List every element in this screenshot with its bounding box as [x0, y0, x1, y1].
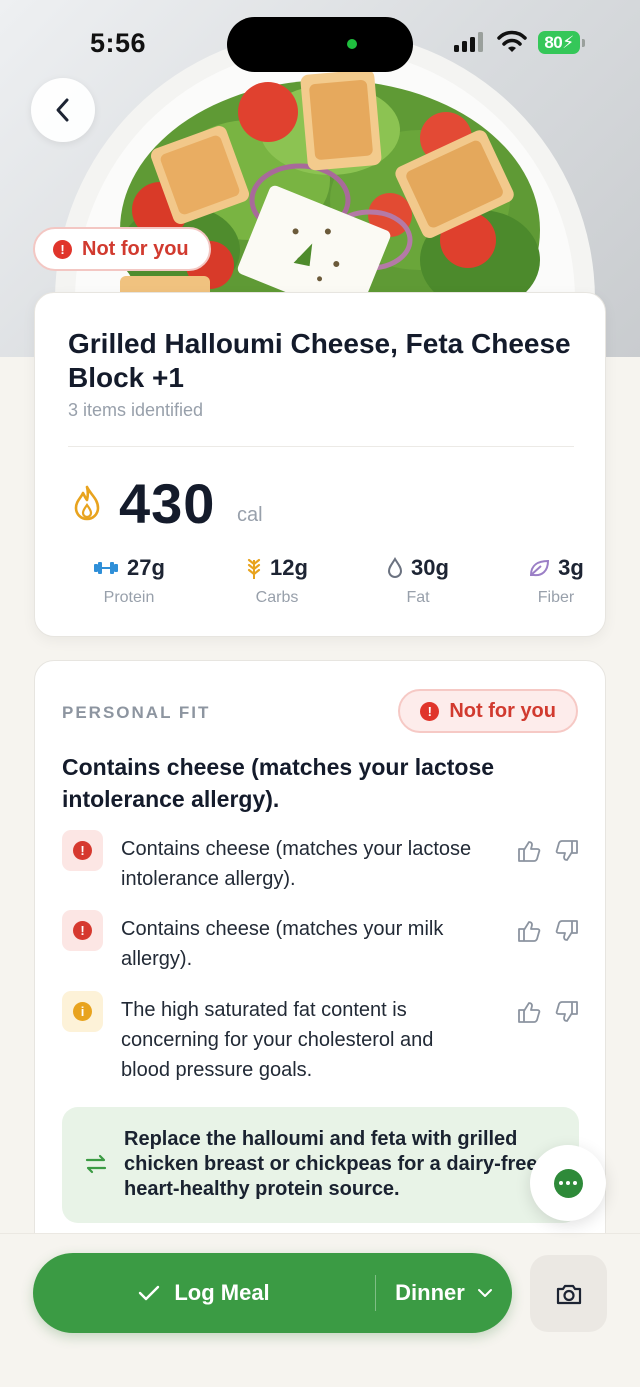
dynamic-island — [227, 17, 413, 72]
log-meal-button[interactable]: Log Meal — [33, 1253, 375, 1333]
dumbbell-icon — [94, 562, 119, 574]
thumbs-up-icon[interactable] — [516, 999, 542, 1025]
reason-severity-icon: ! — [62, 910, 103, 951]
swap-suggestion-text: Replace the halloumi and feta with grill… — [124, 1128, 544, 1200]
hero-verdict-label: Not for you — [82, 237, 189, 260]
macro-fiber: 3g Fiber — [491, 555, 621, 607]
camera-indicator-dot — [347, 39, 357, 49]
alert-icon: ! — [53, 239, 72, 259]
charging-bolt-icon: ⚡ — [562, 33, 574, 52]
chevron-left-icon — [56, 98, 69, 122]
meal-type-label: Dinner — [395, 1280, 465, 1305]
carbs-label: Carbs — [255, 589, 299, 606]
thumbs-down-icon[interactable] — [554, 918, 580, 944]
log-meal-label: Log Meal — [174, 1280, 270, 1305]
reason-text: Contains cheese (matches your milk aller… — [121, 918, 444, 970]
thumbs-down-icon[interactable] — [554, 999, 580, 1025]
macro-carbs: 12g Carbs — [212, 555, 342, 607]
reason-item: ! Contains cheese (matches your milk all… — [62, 910, 582, 990]
hero-verdict-badge: ! Not for you — [33, 227, 211, 271]
fat-value: 30g — [411, 555, 449, 580]
wifi-icon — [497, 30, 527, 52]
swap-suggestion: Replace the halloumi and feta with grill… — [62, 1107, 579, 1223]
alert-icon: ! — [420, 701, 440, 721]
checkmark-icon — [139, 1285, 160, 1301]
info-icon: i — [73, 1002, 92, 1021]
reason-text: The high saturated fat content is concer… — [121, 999, 434, 1081]
cellular-signal-icon — [454, 32, 483, 52]
flame-icon — [74, 485, 100, 521]
reason-severity-icon: i — [62, 991, 103, 1032]
reason-item: ! Contains cheese (matches your lactose … — [62, 830, 582, 910]
protein-label: Protein — [103, 589, 155, 606]
calorie-value: 430 — [119, 472, 216, 535]
drop-icon — [388, 557, 403, 578]
macro-fat: 30g Fat — [353, 555, 483, 607]
fiber-label: Fiber — [537, 589, 575, 606]
fiber-value: 3g — [558, 555, 584, 580]
reason-text: Contains cheese (matches your lactose in… — [121, 838, 472, 890]
chevron-down-icon — [477, 1289, 492, 1297]
alert-icon: ! — [73, 921, 92, 940]
swap-arrows-icon — [85, 1154, 107, 1174]
back-button[interactable] — [31, 78, 95, 142]
fit-summary: Contains cheese (matches your lactose in… — [62, 754, 495, 812]
fit-verdict-badge: ! Not for you — [398, 689, 578, 733]
battery-indicator: 80⚡ — [538, 31, 585, 54]
status-time: 5:56 — [90, 28, 147, 58]
alert-icon: ! — [73, 841, 92, 860]
meal-title: Grilled Halloumi Cheese, Feta Cheese Blo… — [68, 328, 571, 393]
leaf-icon — [530, 559, 550, 577]
camera-button[interactable] — [530, 1255, 607, 1332]
personal-fit-card: PERSONAL FIT ! Not for you Contains chee… — [34, 660, 606, 1260]
chat-bubble-icon — [553, 1168, 583, 1198]
macro-protein: 27g Protein — [64, 555, 194, 607]
fit-verdict-label: Not for you — [449, 699, 556, 722]
reason-item: i The high saturated fat content is conc… — [62, 991, 582, 1091]
log-meal-button-group: Log Meal Dinner — [33, 1253, 512, 1333]
thumbs-up-icon[interactable] — [516, 838, 542, 864]
carbs-value: 12g — [270, 555, 308, 580]
protein-value: 27g — [127, 555, 165, 580]
chat-button[interactable] — [530, 1145, 606, 1221]
thumbs-down-icon[interactable] — [554, 838, 580, 864]
meal-summary-card: Grilled Halloumi Cheese, Feta Cheese Blo… — [34, 292, 606, 637]
wheat-icon — [247, 558, 261, 579]
camera-icon — [556, 1284, 581, 1304]
calorie-unit: cal — [237, 504, 263, 526]
battery-level: 80 — [544, 33, 563, 52]
personal-fit-heading: PERSONAL FIT — [62, 703, 211, 722]
reason-severity-icon: ! — [62, 830, 103, 871]
meal-type-dropdown[interactable]: Dinner — [376, 1253, 512, 1333]
divider — [68, 446, 574, 447]
thumbs-up-icon[interactable] — [516, 918, 542, 944]
items-identified: 3 items identified — [68, 400, 204, 420]
fat-label: Fat — [406, 589, 430, 606]
